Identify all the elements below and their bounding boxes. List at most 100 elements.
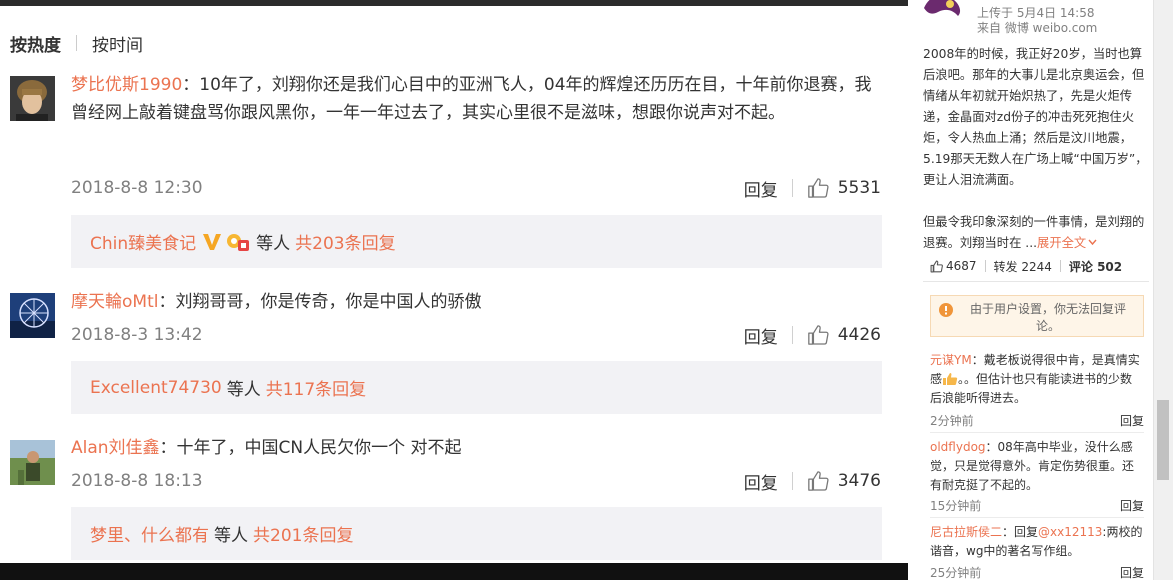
comment-panel: 按热度 按时间 梦比优斯1990：10年了，刘翔你还是我们心目中的亚洲飞人，04… <box>0 0 908 563</box>
side-reply-button[interactable]: 回复 <box>1120 497 1144 514</box>
comment-body: 刘翔哥哥，你是传奇，你是中国人的骄傲 <box>175 292 482 312</box>
side-comment-time: 25分钟前 <box>930 566 982 580</box>
comment-body: 十年了，中国CN人民欠你一个 对不起 <box>176 438 462 458</box>
comment-meta: 2018-8-8 18:13 回复 3476 <box>71 468 881 494</box>
member-level-icon <box>227 233 250 251</box>
sub-replies-box[interactable]: Chin臻美食记 等人 共203条回复 <box>71 215 882 268</box>
side-comment-meta: 2分钟前 回复 <box>930 412 1144 428</box>
scrollbar-track[interactable] <box>1153 0 1173 580</box>
reply-button[interactable]: 回复 <box>744 323 778 348</box>
sub-replies-box[interactable]: Excellent74730 等人 共117条回复 <box>71 361 882 414</box>
post-like-count[interactable]: 4687 <box>946 259 977 273</box>
side-comment-meta: 15分钟前 回复 <box>930 497 1144 513</box>
sub-replies-box[interactable]: 梦里、什么都有 等人 共201条回复 <box>71 507 882 560</box>
side-comment-text: 尼古拉斯侯二：回复@xx12113:两校的谐音，wg中的著名写作组。 <box>930 523 1144 561</box>
comment-actions: 回复 5531 <box>744 175 881 201</box>
like-count: 5531 <box>837 178 881 198</box>
notice-text: 由于用户设置，你无法回复评论。 <box>969 302 1126 333</box>
post-paragraph-text: 但最令我印象深刻的一件事情，是刘翔的退赛。刘翔当时在 ... <box>923 215 1145 250</box>
comment-username[interactable]: 梦比优斯1990 <box>71 75 182 95</box>
comment-separator: ： <box>182 75 200 95</box>
post-comment-count[interactable]: 评论 502 <box>1069 258 1122 275</box>
comment-separator: ： <box>159 438 177 458</box>
comment-actions: 回复 3476 <box>744 468 881 494</box>
post-paragraph: 2008年的时候，我正好20岁，当时也算后浪吧。那年的大事儿是北京奥运会，但情绪… <box>923 47 1148 187</box>
post-source[interactable]: 来自 微博 weibo.com <box>977 21 1097 36</box>
side-comment-time: 2分钟前 <box>930 414 974 428</box>
side-comment-text: 元谋YM：戴老板说得很中肯，是真情实感 。。但估计也只有能读进书的少数后浪能听得进… <box>930 351 1144 408</box>
like-count: 4426 <box>837 325 881 345</box>
sub-reply-total[interactable]: 共201条回复 <box>253 521 353 546</box>
comment-meta: 2018-8-3 13:42 回复 4426 <box>71 322 881 348</box>
scrollbar-thumb[interactable] <box>1157 400 1169 480</box>
bottom-black-bar <box>0 563 908 580</box>
expand-full-text-link[interactable]: 展开全文 <box>1037 236 1097 250</box>
sort-tabs: 按热度 按时间 <box>10 30 143 56</box>
side-comment-username[interactable]: oldflydog <box>930 440 986 454</box>
side-reply-button[interactable]: 回复 <box>1120 564 1144 580</box>
comment-meta: 2018-8-8 12:30 回复 5531 <box>71 175 881 201</box>
side-comment-meta: 25分钟前 回复 <box>930 564 1144 580</box>
verified-v-icon <box>203 233 222 250</box>
post-meta: 上传于 5月4日 14:58 来自 微博 weibo.com <box>977 6 1097 36</box>
action-separator <box>791 179 793 197</box>
side-comment-username[interactable]: 尼古拉斯侯二 <box>930 525 1002 539</box>
reply-button[interactable]: 回复 <box>744 176 778 201</box>
action-separator <box>791 472 793 490</box>
post-repost-count[interactable]: 转发 2244 <box>994 258 1052 275</box>
side-comment-time: 15分钟前 <box>930 499 982 513</box>
top-edge-bar <box>0 0 908 6</box>
comment-text: 摩天輪oMtl：刘翔哥哥，你是传奇，你是中国人的骄傲 <box>71 288 883 316</box>
post-upload-time[interactable]: 上传于 5月4日 14:58 <box>977 6 1097 21</box>
avatar[interactable] <box>10 440 55 485</box>
chevron-down-icon <box>1088 239 1097 246</box>
sub-reply-mid: 等人 <box>214 526 248 546</box>
scrollbar-edge <box>1153 0 1154 580</box>
sub-reply-mid: 等人 <box>226 380 261 400</box>
post-paragraph: 但最令我印象深刻的一件事情，是刘翔的退赛。刘翔当时在 ...展开全文 <box>923 212 1149 254</box>
thumbs-up-emoji-icon <box>943 373 958 385</box>
divider <box>930 432 1144 433</box>
post-stats: 4687 转发 2244 评论 502 <box>930 257 1122 275</box>
side-reply-button[interactable]: 回复 <box>1120 412 1144 429</box>
avatar[interactable] <box>10 293 55 338</box>
comment-actions: 回复 4426 <box>744 322 881 348</box>
weibo-post-panel: 上传于 5月4日 14:58 来自 微博 weibo.com 2008年的时候，… <box>908 0 1153 580</box>
thumbs-up-icon[interactable] <box>807 177 829 199</box>
comment-date: 2018-8-8 18:13 <box>71 471 203 491</box>
side-comment-body-cont: 。。但估计也只有能读进书的少数后浪能听得进去。 <box>930 372 1133 405</box>
thumbs-up-icon[interactable] <box>807 324 829 346</box>
tab-sort-by-time[interactable]: 按时间 <box>92 31 143 56</box>
side-comment-username[interactable]: 元谋YM <box>930 353 972 367</box>
sub-reply-total[interactable]: 共203条回复 <box>295 229 395 254</box>
action-separator <box>791 326 793 344</box>
comment-separator: ： <box>158 292 176 312</box>
reply-button[interactable]: 回复 <box>744 469 778 494</box>
comment-text: Alan刘佳鑫：十年了，中国CN人民欠你一个 对不起 <box>71 434 883 462</box>
thumbs-up-icon[interactable] <box>930 260 943 273</box>
like-count: 3476 <box>837 471 881 491</box>
post-body: 2008年的时候，我正好20岁，当时也算后浪吧。那年的大事儿是北京奥运会，但情绪… <box>923 44 1149 254</box>
stat-separator <box>984 260 986 272</box>
reply-disabled-notice: 由于用户设置，你无法回复评论。 <box>930 295 1144 337</box>
thumbs-up-icon[interactable] <box>807 470 829 492</box>
sub-reply-user[interactable]: Chin臻美食记 <box>90 229 196 254</box>
post-author-avatar[interactable] <box>920 0 966 20</box>
sub-reply-mid: 等人 <box>256 234 291 254</box>
side-comment-mention[interactable]: @xx12113 <box>1038 525 1102 539</box>
comment-date: 2018-8-8 12:30 <box>71 178 203 198</box>
tab-separator <box>76 35 77 51</box>
sub-reply-total[interactable]: 共117条回复 <box>266 375 366 400</box>
comment-username[interactable]: Alan刘佳鑫 <box>71 438 160 458</box>
side-comment-text: oldflydog：08年高中毕业，没什么感觉，只是觉得意外。肯定伤势很重。还有… <box>930 438 1144 495</box>
divider <box>923 281 1149 282</box>
avatar[interactable] <box>10 76 55 121</box>
expand-label: 展开全文 <box>1037 236 1087 250</box>
comment-username[interactable]: 摩天輪oMtl <box>71 292 158 312</box>
side-comment-body: ：回复 <box>1002 525 1039 539</box>
sub-reply-user[interactable]: 梦里、什么都有 <box>90 521 209 546</box>
tab-sort-by-hot[interactable]: 按热度 <box>10 31 61 56</box>
stat-separator <box>1059 260 1061 272</box>
divider <box>930 517 1144 518</box>
sub-reply-user[interactable]: Excellent74730 <box>90 378 222 398</box>
